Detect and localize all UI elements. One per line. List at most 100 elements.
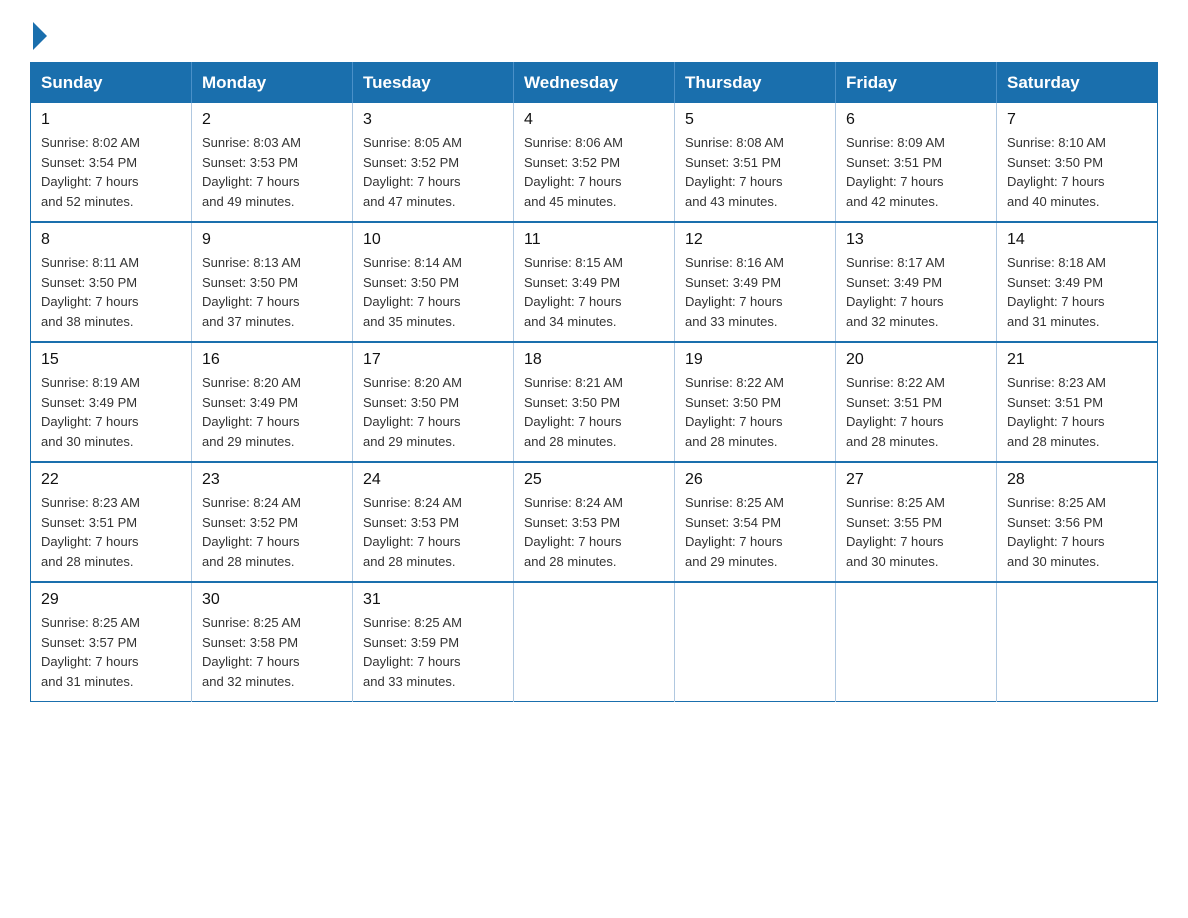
day-info: Sunrise: 8:24 AMSunset: 3:53 PMDaylight:…	[363, 493, 503, 571]
day-info: Sunrise: 8:16 AMSunset: 3:49 PMDaylight:…	[685, 253, 825, 331]
calendar-cell: 9 Sunrise: 8:13 AMSunset: 3:50 PMDayligh…	[192, 222, 353, 342]
day-number: 17	[363, 351, 503, 369]
calendar-cell	[675, 582, 836, 702]
calendar-cell: 30 Sunrise: 8:25 AMSunset: 3:58 PMDaylig…	[192, 582, 353, 702]
calendar-cell: 4 Sunrise: 8:06 AMSunset: 3:52 PMDayligh…	[514, 103, 675, 222]
day-number: 22	[41, 471, 181, 489]
day-info: Sunrise: 8:24 AMSunset: 3:52 PMDaylight:…	[202, 493, 342, 571]
day-info: Sunrise: 8:21 AMSunset: 3:50 PMDaylight:…	[524, 373, 664, 451]
calendar-cell: 12 Sunrise: 8:16 AMSunset: 3:49 PMDaylig…	[675, 222, 836, 342]
calendar-week-row: 22 Sunrise: 8:23 AMSunset: 3:51 PMDaylig…	[31, 462, 1158, 582]
calendar-header-friday: Friday	[836, 63, 997, 104]
calendar-cell: 28 Sunrise: 8:25 AMSunset: 3:56 PMDaylig…	[997, 462, 1158, 582]
day-info: Sunrise: 8:25 AMSunset: 3:55 PMDaylight:…	[846, 493, 986, 571]
page-header	[30, 20, 1158, 46]
day-number: 16	[202, 351, 342, 369]
day-number: 18	[524, 351, 664, 369]
day-number: 10	[363, 231, 503, 249]
calendar-cell: 19 Sunrise: 8:22 AMSunset: 3:50 PMDaylig…	[675, 342, 836, 462]
logo-arrow-icon	[33, 22, 47, 50]
calendar-cell: 20 Sunrise: 8:22 AMSunset: 3:51 PMDaylig…	[836, 342, 997, 462]
calendar-cell: 25 Sunrise: 8:24 AMSunset: 3:53 PMDaylig…	[514, 462, 675, 582]
day-number: 20	[846, 351, 986, 369]
calendar-cell: 23 Sunrise: 8:24 AMSunset: 3:52 PMDaylig…	[192, 462, 353, 582]
calendar-cell: 5 Sunrise: 8:08 AMSunset: 3:51 PMDayligh…	[675, 103, 836, 222]
day-info: Sunrise: 8:25 AMSunset: 3:59 PMDaylight:…	[363, 613, 503, 691]
day-info: Sunrise: 8:22 AMSunset: 3:51 PMDaylight:…	[846, 373, 986, 451]
day-info: Sunrise: 8:03 AMSunset: 3:53 PMDaylight:…	[202, 133, 342, 211]
day-info: Sunrise: 8:24 AMSunset: 3:53 PMDaylight:…	[524, 493, 664, 571]
calendar-week-row: 15 Sunrise: 8:19 AMSunset: 3:49 PMDaylig…	[31, 342, 1158, 462]
calendar-week-row: 8 Sunrise: 8:11 AMSunset: 3:50 PMDayligh…	[31, 222, 1158, 342]
day-info: Sunrise: 8:20 AMSunset: 3:49 PMDaylight:…	[202, 373, 342, 451]
day-number: 24	[363, 471, 503, 489]
calendar-cell: 26 Sunrise: 8:25 AMSunset: 3:54 PMDaylig…	[675, 462, 836, 582]
day-info: Sunrise: 8:22 AMSunset: 3:50 PMDaylight:…	[685, 373, 825, 451]
calendar-header-sunday: Sunday	[31, 63, 192, 104]
day-number: 19	[685, 351, 825, 369]
day-info: Sunrise: 8:05 AMSunset: 3:52 PMDaylight:…	[363, 133, 503, 211]
day-number: 30	[202, 591, 342, 609]
calendar-table: SundayMondayTuesdayWednesdayThursdayFrid…	[30, 62, 1158, 702]
day-info: Sunrise: 8:20 AMSunset: 3:50 PMDaylight:…	[363, 373, 503, 451]
day-number: 28	[1007, 471, 1147, 489]
day-info: Sunrise: 8:14 AMSunset: 3:50 PMDaylight:…	[363, 253, 503, 331]
day-number: 12	[685, 231, 825, 249]
day-info: Sunrise: 8:25 AMSunset: 3:58 PMDaylight:…	[202, 613, 342, 691]
day-number: 29	[41, 591, 181, 609]
day-number: 6	[846, 111, 986, 129]
calendar-cell: 7 Sunrise: 8:10 AMSunset: 3:50 PMDayligh…	[997, 103, 1158, 222]
day-number: 13	[846, 231, 986, 249]
day-info: Sunrise: 8:23 AMSunset: 3:51 PMDaylight:…	[1007, 373, 1147, 451]
calendar-cell: 17 Sunrise: 8:20 AMSunset: 3:50 PMDaylig…	[353, 342, 514, 462]
day-number: 7	[1007, 111, 1147, 129]
calendar-cell	[997, 582, 1158, 702]
day-info: Sunrise: 8:09 AMSunset: 3:51 PMDaylight:…	[846, 133, 986, 211]
calendar-cell: 2 Sunrise: 8:03 AMSunset: 3:53 PMDayligh…	[192, 103, 353, 222]
calendar-week-row: 29 Sunrise: 8:25 AMSunset: 3:57 PMDaylig…	[31, 582, 1158, 702]
calendar-header-saturday: Saturday	[997, 63, 1158, 104]
day-number: 2	[202, 111, 342, 129]
calendar-cell: 22 Sunrise: 8:23 AMSunset: 3:51 PMDaylig…	[31, 462, 192, 582]
calendar-cell: 15 Sunrise: 8:19 AMSunset: 3:49 PMDaylig…	[31, 342, 192, 462]
calendar-cell: 1 Sunrise: 8:02 AMSunset: 3:54 PMDayligh…	[31, 103, 192, 222]
calendar-cell: 6 Sunrise: 8:09 AMSunset: 3:51 PMDayligh…	[836, 103, 997, 222]
day-info: Sunrise: 8:25 AMSunset: 3:57 PMDaylight:…	[41, 613, 181, 691]
day-number: 9	[202, 231, 342, 249]
calendar-cell: 18 Sunrise: 8:21 AMSunset: 3:50 PMDaylig…	[514, 342, 675, 462]
calendar-cell: 24 Sunrise: 8:24 AMSunset: 3:53 PMDaylig…	[353, 462, 514, 582]
day-number: 26	[685, 471, 825, 489]
day-number: 4	[524, 111, 664, 129]
calendar-cell	[514, 582, 675, 702]
day-number: 1	[41, 111, 181, 129]
calendar-header-wednesday: Wednesday	[514, 63, 675, 104]
calendar-cell: 21 Sunrise: 8:23 AMSunset: 3:51 PMDaylig…	[997, 342, 1158, 462]
day-number: 15	[41, 351, 181, 369]
calendar-cell: 3 Sunrise: 8:05 AMSunset: 3:52 PMDayligh…	[353, 103, 514, 222]
calendar-cell: 29 Sunrise: 8:25 AMSunset: 3:57 PMDaylig…	[31, 582, 192, 702]
day-info: Sunrise: 8:08 AMSunset: 3:51 PMDaylight:…	[685, 133, 825, 211]
calendar-cell	[836, 582, 997, 702]
day-info: Sunrise: 8:13 AMSunset: 3:50 PMDaylight:…	[202, 253, 342, 331]
day-number: 27	[846, 471, 986, 489]
day-number: 3	[363, 111, 503, 129]
calendar-week-row: 1 Sunrise: 8:02 AMSunset: 3:54 PMDayligh…	[31, 103, 1158, 222]
day-info: Sunrise: 8:19 AMSunset: 3:49 PMDaylight:…	[41, 373, 181, 451]
calendar-cell: 11 Sunrise: 8:15 AMSunset: 3:49 PMDaylig…	[514, 222, 675, 342]
calendar-cell: 16 Sunrise: 8:20 AMSunset: 3:49 PMDaylig…	[192, 342, 353, 462]
calendar-cell: 31 Sunrise: 8:25 AMSunset: 3:59 PMDaylig…	[353, 582, 514, 702]
day-info: Sunrise: 8:15 AMSunset: 3:49 PMDaylight:…	[524, 253, 664, 331]
day-number: 25	[524, 471, 664, 489]
calendar-header-monday: Monday	[192, 63, 353, 104]
day-info: Sunrise: 8:06 AMSunset: 3:52 PMDaylight:…	[524, 133, 664, 211]
logo	[30, 20, 47, 46]
day-info: Sunrise: 8:02 AMSunset: 3:54 PMDaylight:…	[41, 133, 181, 211]
day-info: Sunrise: 8:18 AMSunset: 3:49 PMDaylight:…	[1007, 253, 1147, 331]
calendar-cell: 13 Sunrise: 8:17 AMSunset: 3:49 PMDaylig…	[836, 222, 997, 342]
calendar-header-thursday: Thursday	[675, 63, 836, 104]
calendar-cell: 27 Sunrise: 8:25 AMSunset: 3:55 PMDaylig…	[836, 462, 997, 582]
day-number: 11	[524, 231, 664, 249]
day-number: 23	[202, 471, 342, 489]
day-info: Sunrise: 8:17 AMSunset: 3:49 PMDaylight:…	[846, 253, 986, 331]
day-number: 8	[41, 231, 181, 249]
